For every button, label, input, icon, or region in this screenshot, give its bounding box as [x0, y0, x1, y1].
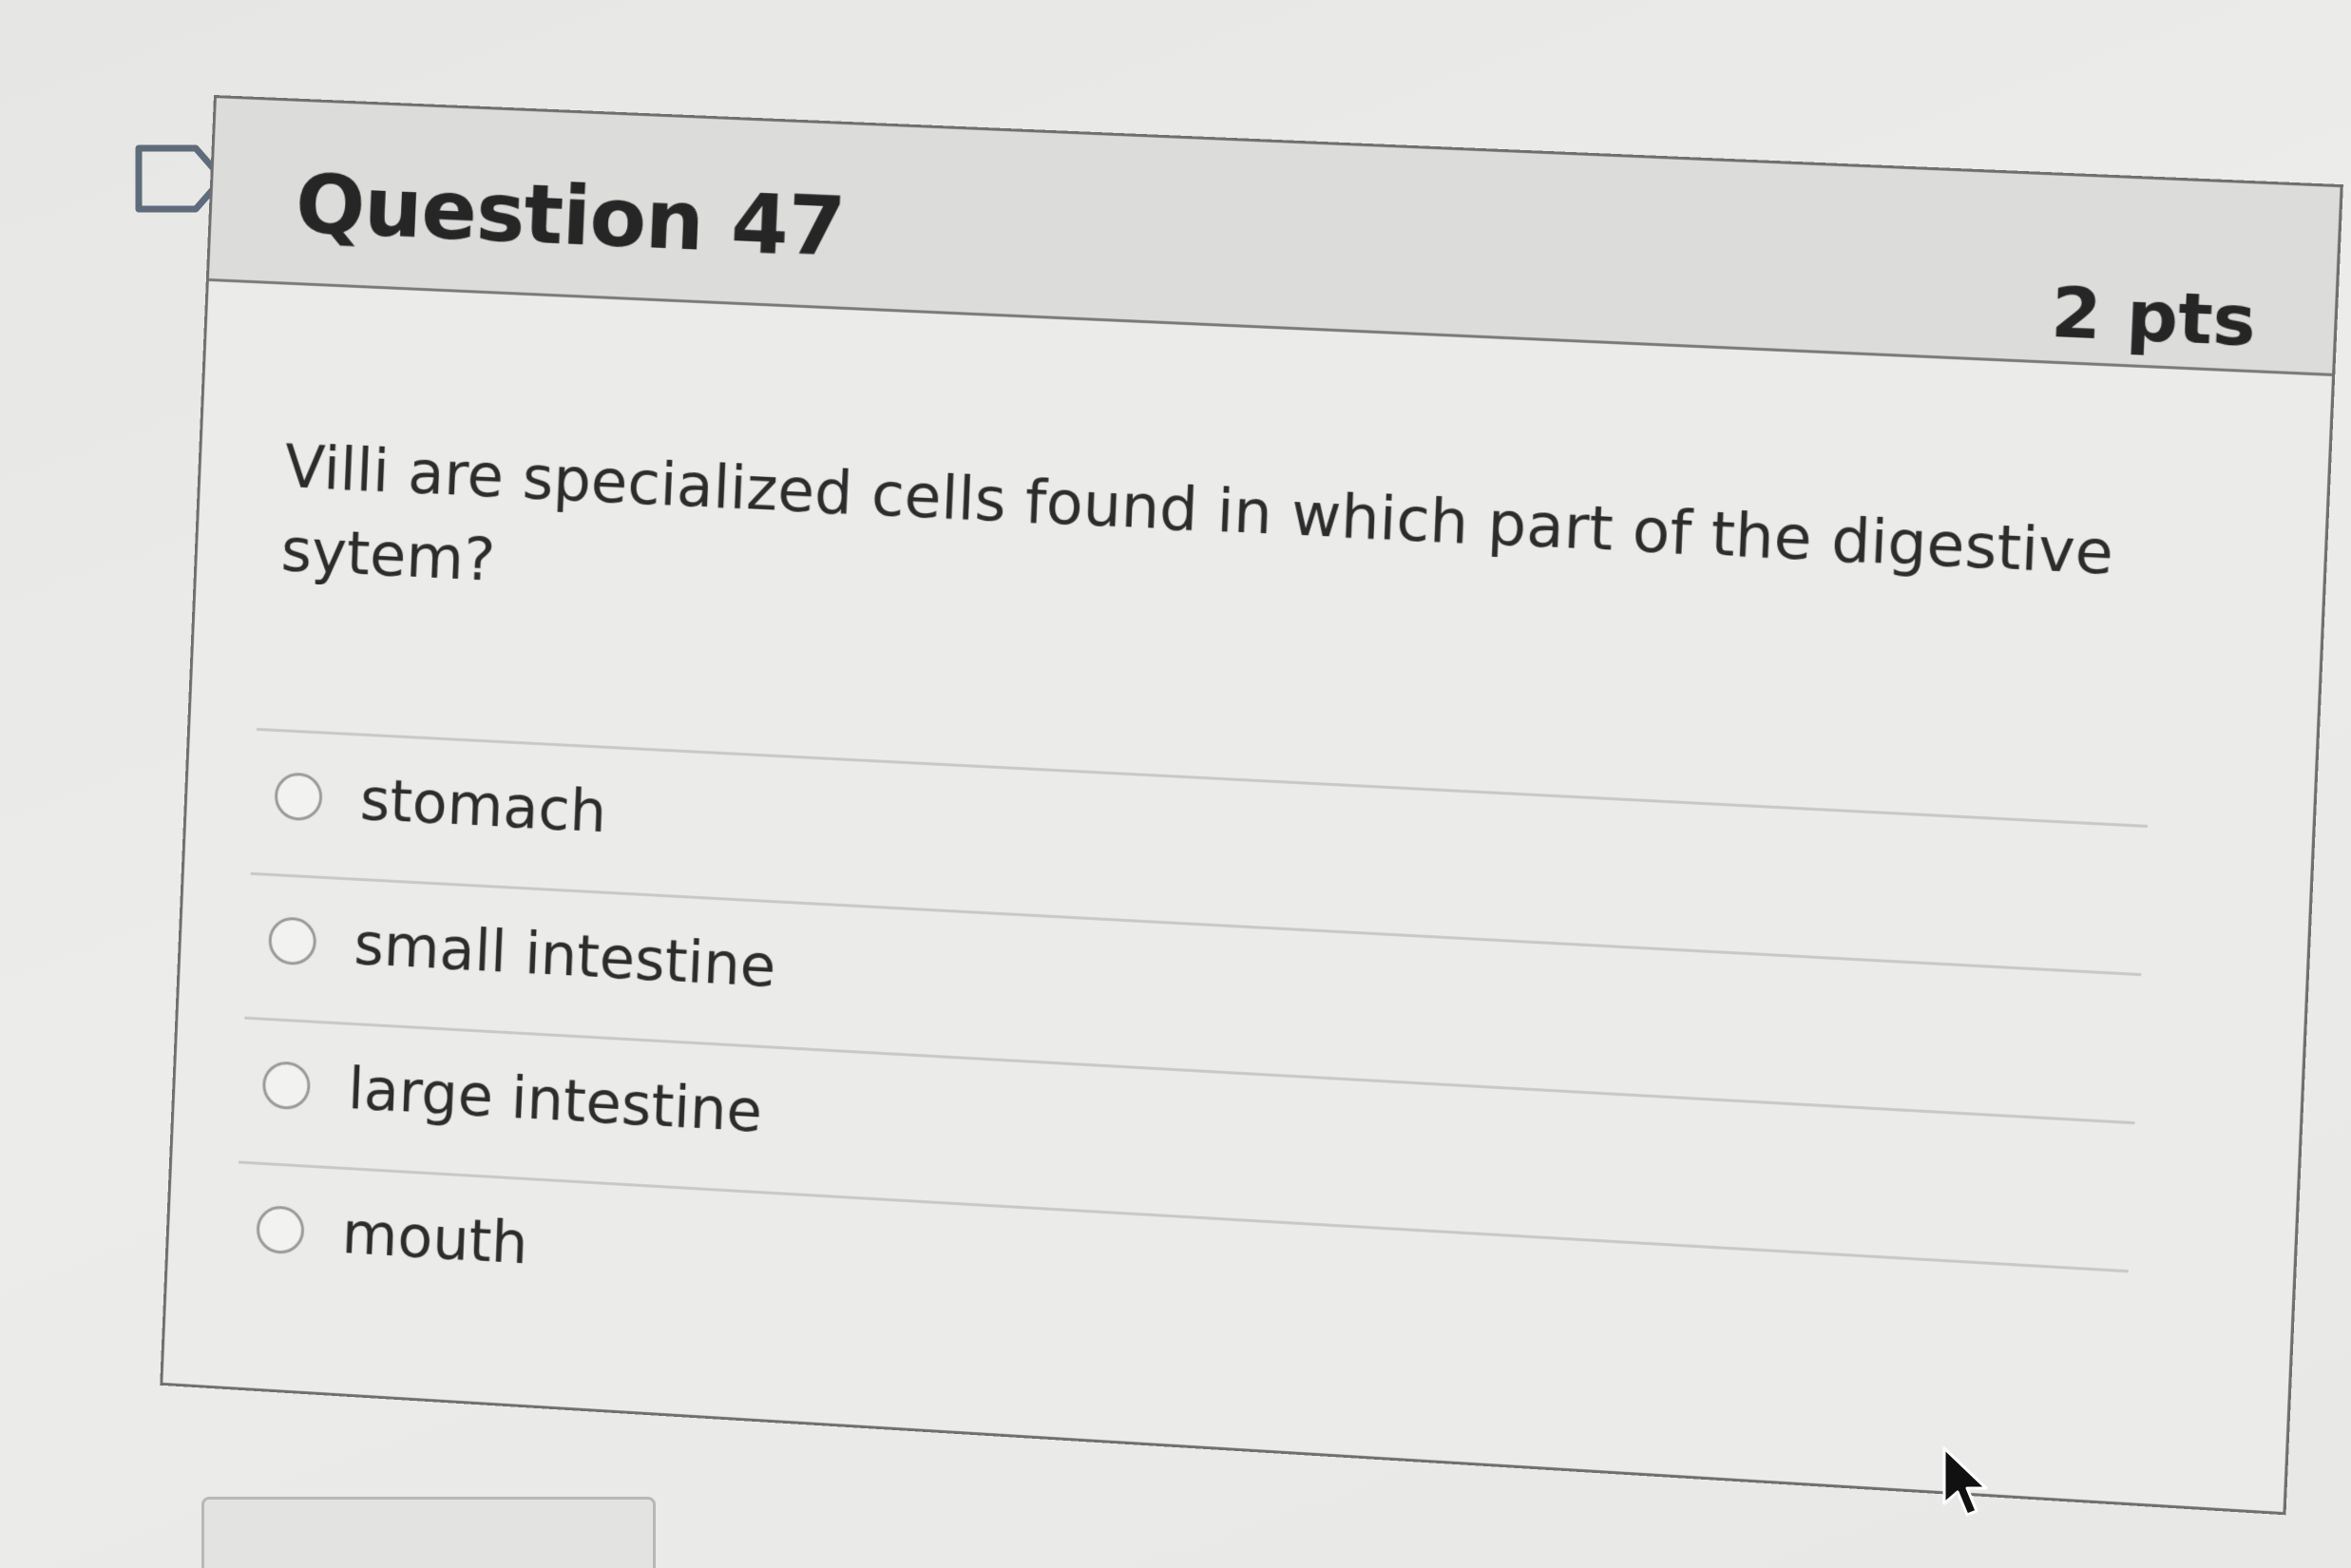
- question-card: Question 47 2 pts Villi are specialized …: [160, 95, 2343, 1516]
- answer-label[interactable]: stomach: [359, 767, 608, 847]
- radio-button[interactable]: [261, 1060, 312, 1111]
- answer-list: stomach small intestine large intestine …: [232, 727, 2148, 1419]
- answer-label[interactable]: small intestine: [353, 911, 776, 1001]
- question-points: 2 pts: [2049, 271, 2258, 362]
- radio-button[interactable]: [255, 1204, 306, 1255]
- quiz-page: Question 47 2 pts Villi are specialized …: [0, 0, 2351, 1568]
- radio-button[interactable]: [267, 915, 317, 966]
- answer-label[interactable]: mouth: [341, 1200, 529, 1278]
- question-header: Question 47 2 pts: [208, 98, 2341, 376]
- next-question-button[interactable]: [201, 1497, 656, 1568]
- mouse-cursor-icon: [1942, 1446, 1988, 1517]
- radio-button[interactable]: [274, 772, 324, 822]
- question-text: Villi are specialized cells found in whi…: [279, 430, 2115, 595]
- answer-label[interactable]: large intestine: [347, 1056, 764, 1146]
- question-title: Question 47: [294, 156, 847, 277]
